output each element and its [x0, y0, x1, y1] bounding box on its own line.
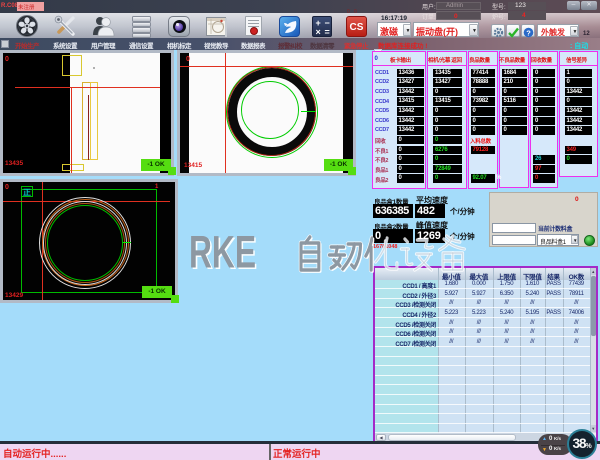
svg-text:?: ?: [526, 28, 531, 37]
svg-text:RKE: RKE: [189, 227, 256, 278]
